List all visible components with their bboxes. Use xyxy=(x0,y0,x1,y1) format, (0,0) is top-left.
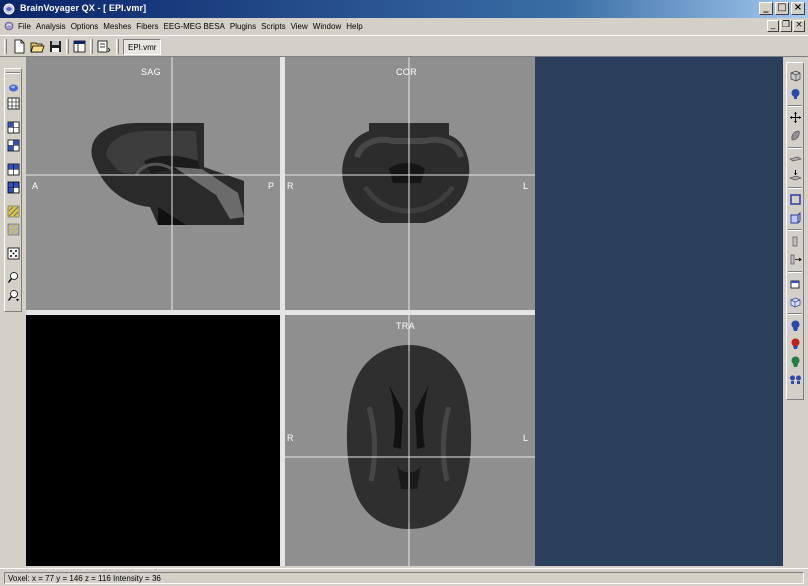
toolbar-separator-5 xyxy=(788,271,802,273)
document-minimize-button[interactable]: _ xyxy=(767,20,779,32)
document-controls: _ ❐ × xyxy=(767,20,805,32)
left-view-toolbar xyxy=(4,68,22,312)
transverse-left-label: L xyxy=(523,433,529,443)
grid-2x2-d-icon[interactable] xyxy=(7,181,20,194)
menu-items: File Analysis Options Meshes Fibers EEG-… xyxy=(18,22,363,31)
toolbar-grip xyxy=(6,72,20,74)
slice-plane-icon[interactable] xyxy=(789,153,802,166)
menu-scripts[interactable]: Scripts xyxy=(261,22,285,31)
head-blue-icon[interactable] xyxy=(789,319,802,332)
head-red-icon[interactable] xyxy=(789,337,802,350)
pin-icon[interactable] xyxy=(789,235,802,248)
head-view-icon[interactable] xyxy=(789,87,802,100)
move-arrows-icon[interactable] xyxy=(789,111,802,124)
dice-icon[interactable] xyxy=(7,247,20,260)
transverse-right-label: R xyxy=(287,433,294,443)
leaf-icon[interactable] xyxy=(789,129,802,142)
document-restore-button[interactable]: ❐ xyxy=(780,20,792,32)
document-close-button[interactable]: × xyxy=(793,20,805,32)
transverse-view[interactable]: TRA R L xyxy=(285,315,535,566)
transverse-slice-image xyxy=(285,315,535,566)
menu-file[interactable]: File xyxy=(18,22,31,31)
slices-b-icon[interactable] xyxy=(7,223,20,236)
cube-tool-icon[interactable] xyxy=(789,69,802,82)
menu-fibers[interactable]: Fibers xyxy=(136,22,158,31)
grid-2x2-b-icon[interactable] xyxy=(7,139,20,152)
brain-3d-icon[interactable] xyxy=(7,81,20,94)
main-toolbar: EPI.vmr xyxy=(0,35,808,57)
slices-a-icon[interactable] xyxy=(7,205,20,218)
document-list-icon[interactable] xyxy=(96,39,111,54)
brainvoyager-app-icon[interactable] xyxy=(3,3,15,15)
toolbar-separator-3 xyxy=(116,39,119,54)
window-title: BrainVoyager QX - [ EPI.vmr] xyxy=(20,3,147,13)
toolbar-separator-3 xyxy=(788,187,802,189)
box-3d-icon[interactable] xyxy=(789,295,802,308)
sagittal-posterior-label: P xyxy=(268,181,275,191)
volume-box-icon[interactable] xyxy=(789,211,802,224)
menu-analysis[interactable]: Analysis xyxy=(36,22,66,31)
menu-bar: File Analysis Options Meshes Fibers EEG-… xyxy=(0,18,808,35)
zoom-in-icon[interactable] xyxy=(7,271,20,284)
sagittal-slice-image xyxy=(26,57,280,310)
open-folder-icon[interactable] xyxy=(30,39,45,54)
title-bar: BrainVoyager QX - [ EPI.vmr] _ □ × xyxy=(0,0,808,18)
menu-options[interactable]: Options xyxy=(71,22,99,31)
toolbar-separator-2 xyxy=(90,39,93,54)
coronal-view[interactable]: COR R L xyxy=(285,57,535,310)
volume-viewer[interactable]: SAG A P COR R L TRA R L xyxy=(26,57,783,566)
toolbar-separator-4 xyxy=(788,229,802,231)
transverse-title: TRA xyxy=(396,321,415,331)
horizontal-splitter[interactable] xyxy=(26,310,535,315)
toolbar-grip[interactable] xyxy=(4,39,7,54)
zoom-out-icon[interactable] xyxy=(7,289,20,302)
voxel-status-text: Voxel: x = 77 y = 146 z = 116 Intensity … xyxy=(4,572,804,584)
grid-2x2-a-icon[interactable] xyxy=(7,121,20,134)
menu-help[interactable]: Help xyxy=(346,22,362,31)
toolbar-separator-6 xyxy=(788,313,802,315)
new-document-icon[interactable] xyxy=(12,39,27,54)
stack-icon[interactable] xyxy=(789,169,802,182)
box-open-icon[interactable] xyxy=(789,277,802,290)
sagittal-anterior-label: A xyxy=(32,181,39,191)
maximize-button[interactable]: □ xyxy=(775,2,789,15)
heads-pair-icon[interactable] xyxy=(789,373,802,386)
coronal-title: COR xyxy=(396,67,417,77)
empty-3d-view[interactable] xyxy=(26,315,280,566)
document-tab-epi[interactable]: EPI.vmr xyxy=(123,39,162,55)
close-button[interactable]: × xyxy=(791,2,805,15)
sagittal-title: SAG xyxy=(141,67,161,77)
status-bar: Voxel: x = 77 y = 146 z = 116 Intensity … xyxy=(0,568,808,586)
window-layout-icon[interactable] xyxy=(72,39,87,54)
menu-view[interactable]: View xyxy=(291,22,308,31)
window-controls: _ □ × xyxy=(759,2,805,15)
minimize-button[interactable]: _ xyxy=(759,2,773,15)
menu-plugins[interactable]: Plugins xyxy=(230,22,256,31)
coronal-left-label: L xyxy=(523,181,529,191)
toolbar-separator xyxy=(66,39,69,54)
sagittal-view[interactable]: SAG A P xyxy=(26,57,280,310)
head-green-icon[interactable] xyxy=(789,355,802,368)
coronal-right-label: R xyxy=(287,181,294,191)
menu-eeg-meg-besa[interactable]: EEG-MEG BESA xyxy=(164,22,225,31)
square-frame-icon[interactable] xyxy=(789,193,802,206)
pin-arrow-icon[interactable] xyxy=(789,253,802,266)
menu-window[interactable]: Window xyxy=(313,22,341,31)
coronal-slice-image xyxy=(285,57,535,310)
grid-1x1-icon[interactable] xyxy=(7,97,20,110)
menu-meshes[interactable]: Meshes xyxy=(103,22,131,31)
right-tools-toolbar xyxy=(786,62,804,400)
save-disk-icon[interactable] xyxy=(48,39,63,54)
grid-2x2-c-icon[interactable] xyxy=(7,163,20,176)
toolbar-separator-2 xyxy=(788,147,802,149)
toolbar-separator xyxy=(788,105,802,107)
document-system-icon[interactable] xyxy=(4,21,14,31)
